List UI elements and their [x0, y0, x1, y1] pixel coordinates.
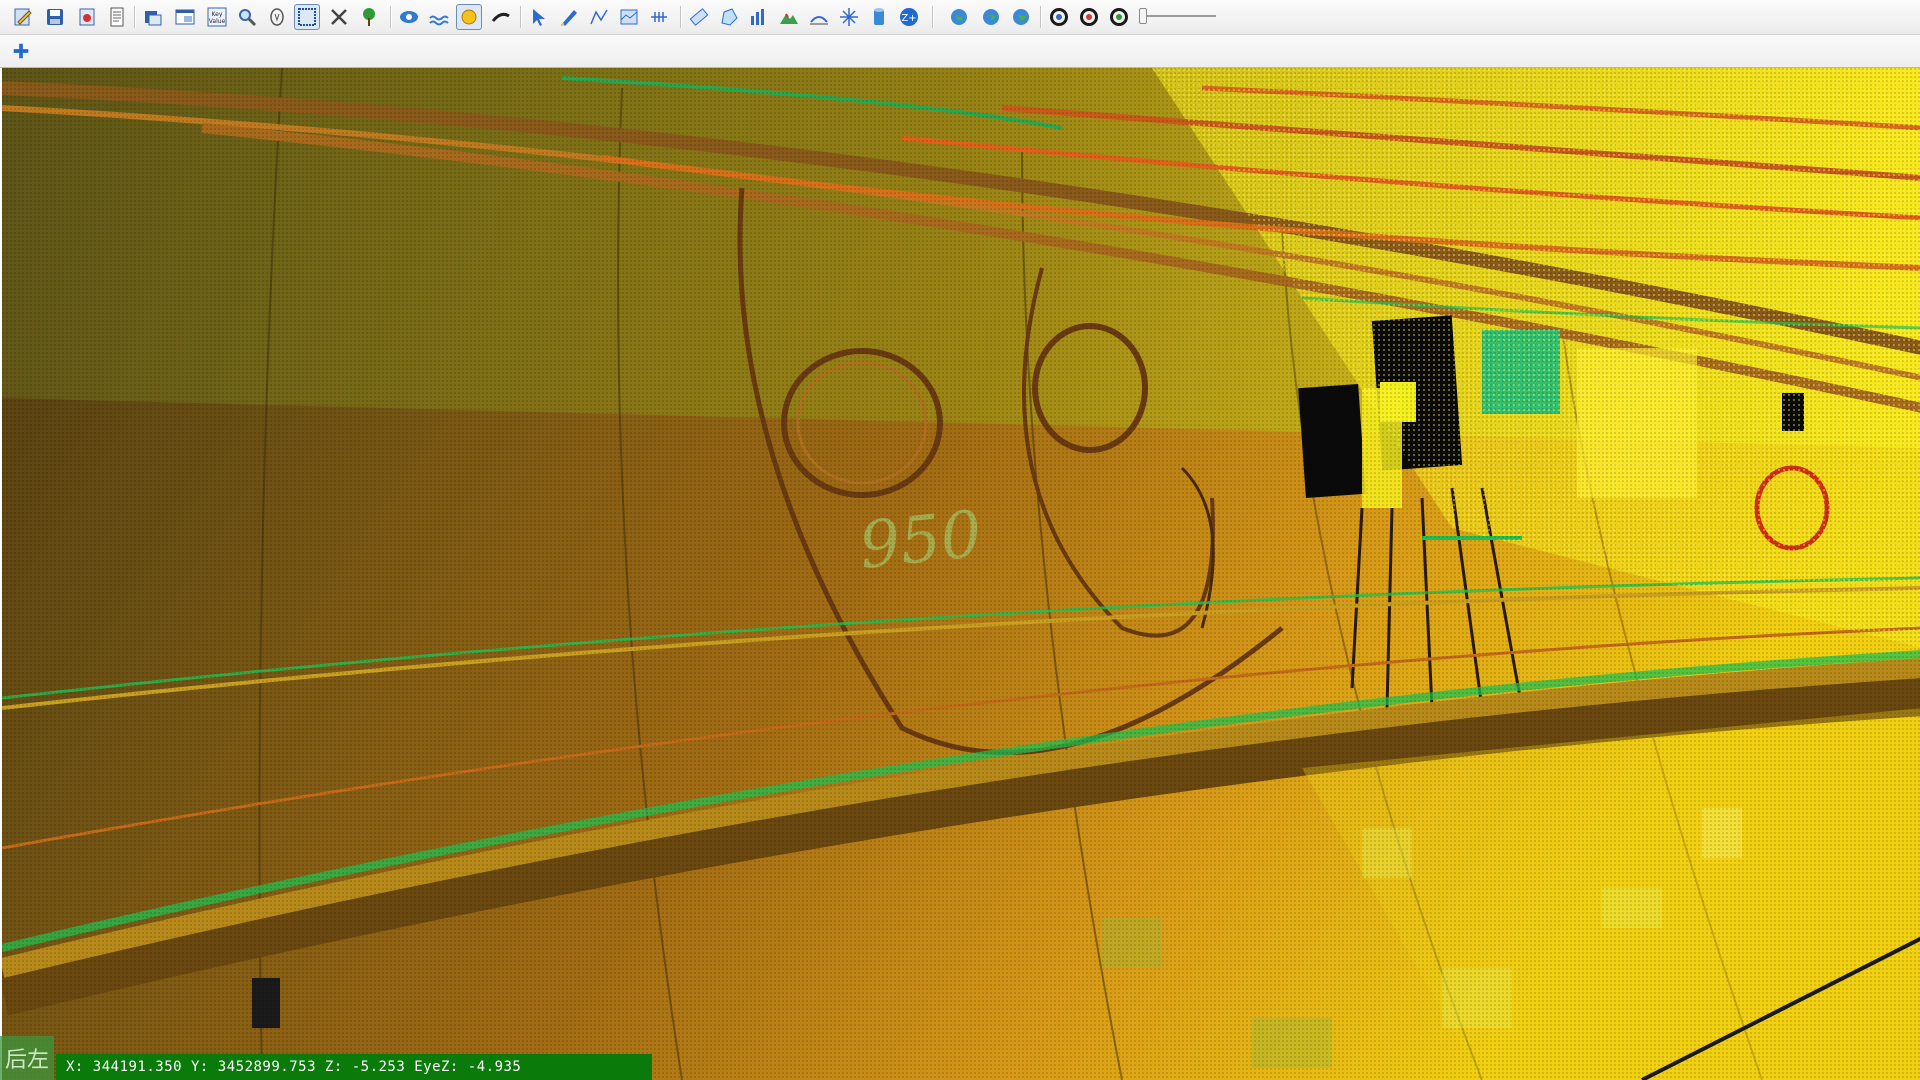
- coordinate-status-bar: X: 344191.350 Y: 3452899.753 Z: -5.253 E…: [56, 1054, 652, 1080]
- save-icon[interactable]: [42, 4, 68, 30]
- key-value-icon[interactable]: Key Value: [204, 4, 230, 30]
- svg-text:Z+: Z+: [901, 13, 916, 24]
- zplus-icon[interactable]: Z+: [896, 4, 922, 30]
- secondary-toolbar: [0, 35, 1920, 68]
- select-box-icon[interactable]: [294, 4, 320, 30]
- surface-icon[interactable]: [806, 4, 832, 30]
- globe-icon[interactable]: [946, 4, 972, 30]
- window-icon[interactable]: [172, 4, 198, 30]
- search-settings-icon[interactable]: [234, 4, 260, 30]
- globe-refresh-icon[interactable]: [978, 4, 1004, 30]
- add-button[interactable]: [10, 40, 32, 62]
- globe-arrow-icon[interactable]: [1008, 4, 1034, 30]
- zoom-slider-track[interactable]: [1146, 15, 1216, 17]
- wand-icon[interactable]: [488, 4, 514, 30]
- plus-icon: [13, 43, 29, 59]
- chart-icon[interactable]: [746, 4, 772, 30]
- tree-icon[interactable]: [356, 4, 382, 30]
- export-icon[interactable]: [74, 4, 100, 30]
- nav-circle-3-icon[interactable]: [1106, 4, 1132, 30]
- filter-icon[interactable]: [264, 4, 290, 30]
- zoom-slider-thumb[interactable]: [1139, 8, 1147, 24]
- nav-circle-2-icon[interactable]: [1076, 4, 1102, 30]
- svg-text:Value: Value: [209, 18, 226, 25]
- report-icon[interactable]: [104, 4, 130, 30]
- profile-icon[interactable]: [616, 4, 642, 30]
- point-cloud-viewport[interactable]: 950: [0, 68, 1920, 1080]
- layers-icon[interactable]: [140, 4, 166, 30]
- cylinder-icon[interactable]: [866, 4, 892, 30]
- water-icon[interactable]: [426, 4, 452, 30]
- eye-icon[interactable]: [396, 4, 422, 30]
- tools-icon[interactable]: [326, 4, 352, 30]
- sun-icon[interactable]: [456, 4, 482, 30]
- grid-icon[interactable]: [646, 4, 672, 30]
- cursor-icon[interactable]: [526, 4, 552, 30]
- area-icon[interactable]: [716, 4, 742, 30]
- polyline-icon[interactable]: [586, 4, 612, 30]
- star-icon[interactable]: [836, 4, 862, 30]
- point-cloud-scene: 950: [2, 68, 1920, 1080]
- main-toolbar: Key Value Z+: [0, 0, 1920, 35]
- svg-text:Key: Key: [212, 11, 223, 18]
- terrain-icon[interactable]: [776, 4, 802, 30]
- edit-icon[interactable]: [10, 4, 36, 30]
- ruler-icon[interactable]: [686, 4, 712, 30]
- pen-icon[interactable]: [556, 4, 582, 30]
- nav-circle-1-icon[interactable]: [1046, 4, 1072, 30]
- view-direction-label: 后左: [0, 1036, 54, 1080]
